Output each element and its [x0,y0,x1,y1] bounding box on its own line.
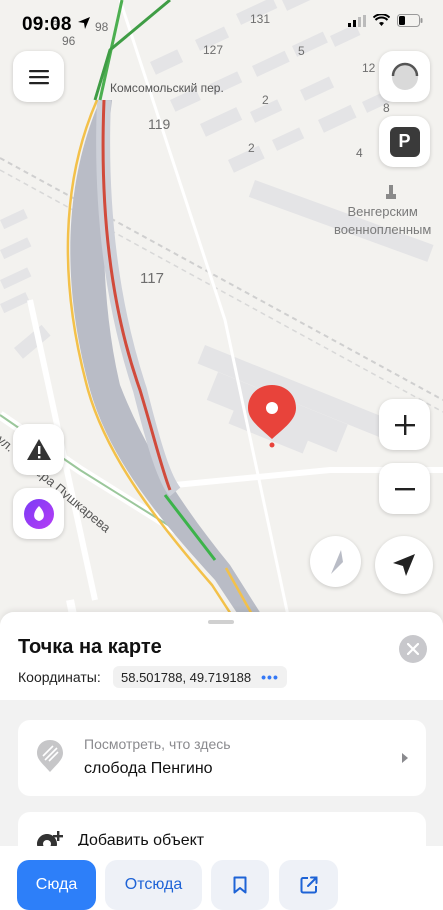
compass-icon [330,549,343,574]
coordinates-text: 58.501788, 49.719188 [121,669,252,685]
house-number: 117 [140,270,164,287]
my-location-button[interactable] [375,536,433,594]
monument-icon [386,185,396,199]
close-button[interactable] [399,635,427,663]
zoom-in-button[interactable] [379,399,430,450]
wifi-icon [373,14,390,26]
bookmark-icon [233,876,247,894]
chevron-right-icon [402,753,408,763]
location-arrow-icon [78,17,90,29]
zoom-out-button[interactable] [379,463,430,514]
sheet-header: Точка на карте Координаты: 58.501788, 49… [0,612,443,700]
house-number: 12 [362,61,376,75]
hamburger-icon [28,69,49,84]
house-number: 119 [148,116,171,132]
route-to-button[interactable]: Сюда [17,860,96,910]
poi-label: Венгерским военнопленным [334,204,432,237]
plus-icon [394,414,415,435]
close-icon [407,643,419,655]
what-is-here-subtitle: Посмотреть, что здесь [84,736,231,752]
coordinates-value[interactable]: 58.501788, 49.719188 ••• [113,666,287,688]
navigation-arrow-icon [393,554,415,576]
sheet-grabber[interactable] [208,620,234,624]
minus-icon [394,487,415,490]
what-is-here-card[interactable]: Посмотреть, что здесь слобода Пенгино [18,720,426,796]
cellular-signal-icon [348,14,366,27]
house-number: 2 [248,141,255,155]
bookmark-button[interactable] [211,860,269,910]
layers-button[interactable] [379,51,430,102]
status-bar: 09:08 [0,0,443,44]
house-number: 5 [298,44,305,58]
warning-icon [26,438,51,460]
compass-button[interactable] [310,536,361,587]
menu-button[interactable] [13,51,64,102]
street-label-komsomolsky: Комсомольский пер. [110,81,224,95]
more-icon[interactable]: ••• [261,669,279,685]
map-view[interactable]: 09:08 Комсомольский пер. ул. Тренера Пуш… [0,0,443,625]
coordinates-label: Координаты: [18,669,101,685]
what-is-here-value: слобода Пенгино [84,760,213,777]
action-bar: Сюда Отсюда [0,846,443,910]
house-number: 2 [262,93,269,107]
route-from-button[interactable]: Отсюда [105,860,202,910]
share-button[interactable] [279,860,338,910]
battery-icon [397,14,423,27]
house-number: 127 [203,43,224,57]
map-layers-icon [391,62,418,90]
house-number: 8 [383,101,390,115]
location-pin-icon[interactable] [246,383,298,449]
road-events-button[interactable] [13,424,64,475]
place-pin-icon [37,740,63,772]
parking-button[interactable]: P [379,116,430,167]
status-time: 09:08 [22,14,72,35]
alice-icon [23,498,54,529]
share-icon [300,876,317,894]
alice-assistant-button[interactable] [13,488,64,539]
house-number: 4 [356,146,363,160]
page-title: Точка на карте [18,636,162,658]
parking-icon: P [389,126,420,157]
